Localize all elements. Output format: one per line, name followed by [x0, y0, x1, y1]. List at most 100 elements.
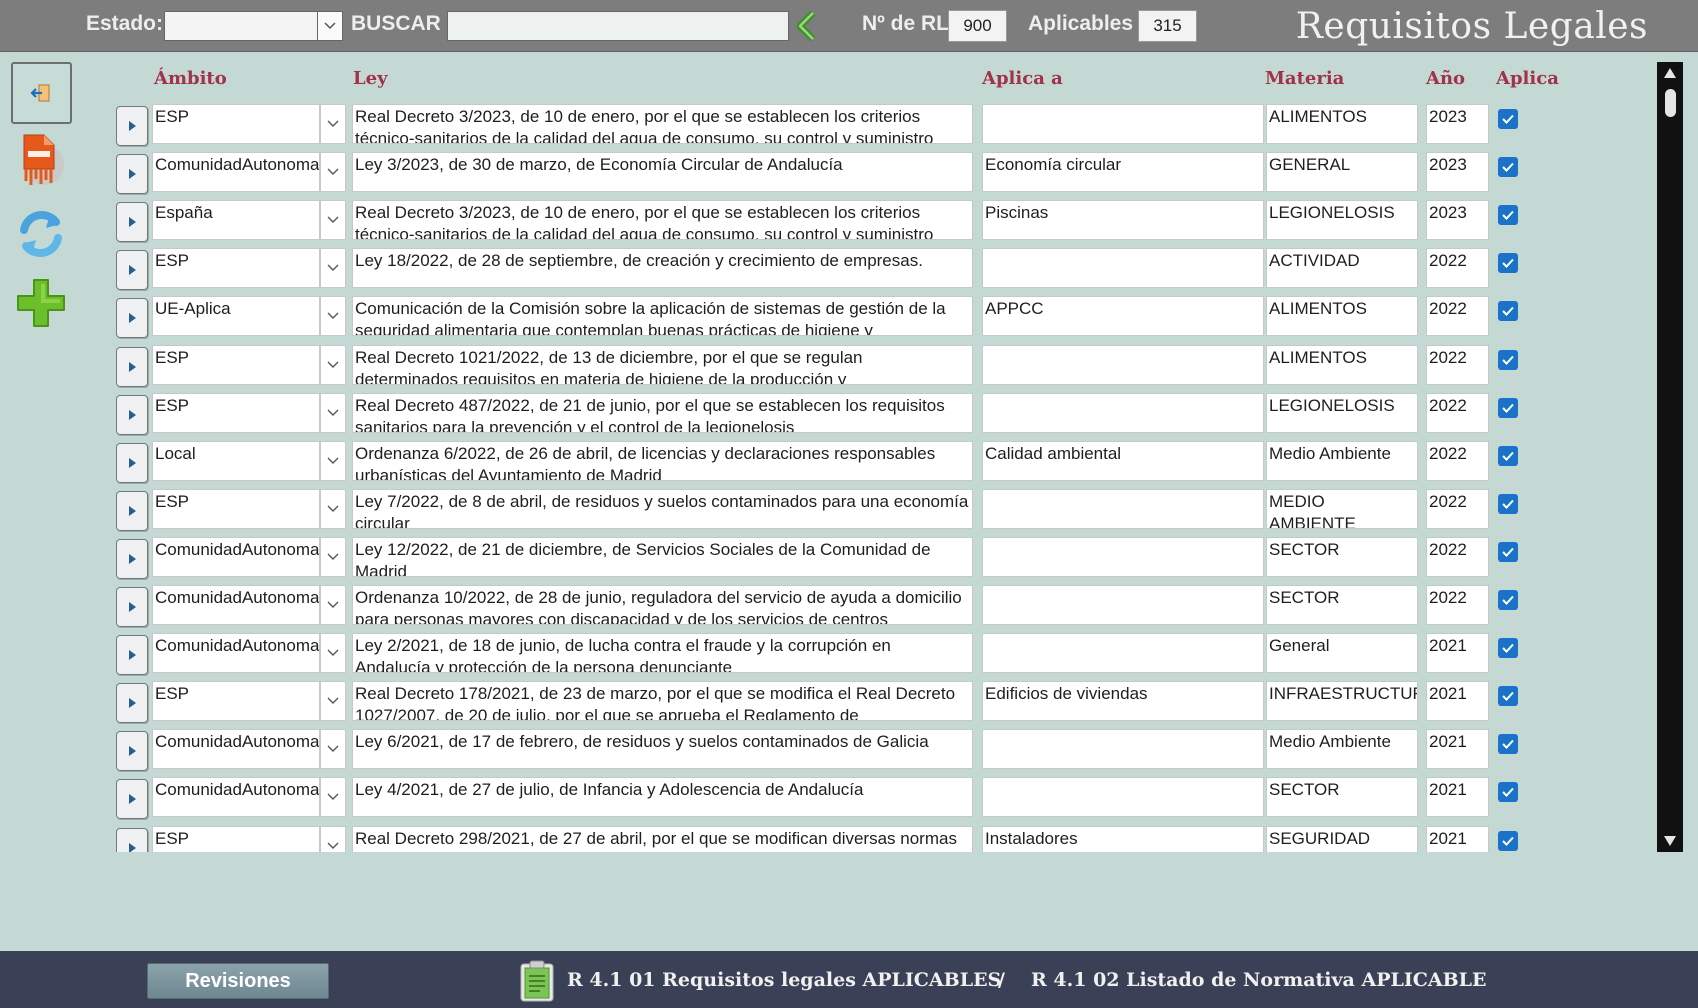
materia-field[interactable]: Medio Ambiente [1266, 441, 1418, 481]
aplica-checkbox[interactable] [1498, 590, 1518, 610]
aplica-checkbox[interactable] [1498, 446, 1518, 466]
ley-field[interactable]: Ley 6/2021, de 17 de febrero, de residuo… [352, 729, 973, 769]
ambito-field[interactable]: ComunidadAutonoma [152, 777, 320, 817]
vertical-scrollbar[interactable] [1657, 62, 1683, 852]
revisiones-button[interactable]: Revisiones [147, 963, 329, 999]
aplica-checkbox[interactable] [1498, 398, 1518, 418]
anio-field[interactable]: 2022 [1426, 441, 1489, 481]
scrollbar-thumb[interactable] [1665, 89, 1676, 117]
ambito-field[interactable]: ESP [152, 489, 320, 529]
ley-field[interactable]: Real Decreto 298/2021, de 27 de abril, p… [352, 826, 973, 852]
aplica-checkbox[interactable] [1498, 157, 1518, 177]
materia-field[interactable]: INFRAESTRUCTURAS [1266, 681, 1418, 721]
ambito-field[interactable]: ESP [152, 393, 320, 433]
ambito-field[interactable]: ComunidadAutonoma [152, 585, 320, 625]
ambito-dropdown-button[interactable] [320, 345, 346, 385]
aplica-a-field[interactable] [982, 248, 1264, 288]
aplica-a-field[interactable]: Economía circular [982, 152, 1264, 192]
anio-field[interactable]: 2022 [1426, 585, 1489, 625]
aplica-checkbox[interactable] [1498, 542, 1518, 562]
row-expand-button[interactable] [116, 779, 148, 819]
ley-field[interactable]: Real Decreto 1021/2022, de 13 de diciemb… [352, 345, 973, 385]
ley-field[interactable]: Ordenanza 6/2022, de 26 de abril, de lic… [352, 441, 973, 481]
aplica-checkbox[interactable] [1498, 494, 1518, 514]
ley-field[interactable]: Real Decreto 178/2021, de 23 de marzo, p… [352, 681, 973, 721]
row-expand-button[interactable] [116, 828, 148, 852]
ambito-field[interactable]: ComunidadAutonoma [152, 729, 320, 769]
aplica-a-field[interactable] [982, 393, 1264, 433]
row-expand-button[interactable] [116, 443, 148, 483]
scroll-up-icon[interactable] [1663, 67, 1677, 79]
row-expand-button[interactable] [116, 491, 148, 531]
aplica-a-field[interactable]: Piscinas [982, 200, 1264, 240]
row-expand-button[interactable] [116, 250, 148, 290]
anio-field[interactable]: 2022 [1426, 489, 1489, 529]
materia-field[interactable]: SECTOR [1266, 537, 1418, 577]
materia-field[interactable]: SECTOR [1266, 585, 1418, 625]
row-expand-button[interactable] [116, 731, 148, 771]
aplica-a-field[interactable] [982, 585, 1264, 625]
report-normativa-link[interactable]: R 4.1 02 Listado de Normativa APLICABLE [1031, 969, 1487, 991]
ambito-dropdown-button[interactable] [320, 489, 346, 529]
aplica-a-field[interactable]: Instaladores [982, 826, 1264, 852]
anio-field[interactable]: 2022 [1426, 393, 1489, 433]
anio-field[interactable]: 2023 [1426, 200, 1489, 240]
anio-field[interactable]: 2022 [1426, 296, 1489, 336]
aplica-a-field[interactable] [982, 537, 1264, 577]
materia-field[interactable]: GENERAL [1266, 152, 1418, 192]
materia-field[interactable]: MEDIO AMBIENTE [1266, 489, 1418, 529]
ambito-field[interactable]: ESP [152, 104, 320, 144]
ley-field[interactable]: Ley 4/2021, de 27 de julio, de Infancia … [352, 777, 973, 817]
row-expand-button[interactable] [116, 587, 148, 627]
ambito-dropdown-button[interactable] [320, 296, 346, 336]
ambito-dropdown-button[interactable] [320, 104, 346, 144]
report-aplicables-link[interactable]: R 4.1 01 Requisitos legales APLICABLES [567, 969, 1001, 991]
ambito-field[interactable]: ESP [152, 345, 320, 385]
ambito-dropdown-button[interactable] [320, 633, 346, 673]
ambito-dropdown-button[interactable] [320, 729, 346, 769]
aplica-checkbox[interactable] [1498, 301, 1518, 321]
anio-field[interactable]: 2022 [1426, 537, 1489, 577]
row-expand-button[interactable] [116, 635, 148, 675]
ambito-field[interactable]: ESP [152, 248, 320, 288]
aplica-a-field[interactable]: APPCC [982, 296, 1264, 336]
ambito-field[interactable]: España [152, 200, 320, 240]
aplica-a-field[interactable] [982, 729, 1264, 769]
materia-field[interactable]: ALIMENTOS [1266, 104, 1418, 144]
row-expand-button[interactable] [116, 347, 148, 387]
materia-field[interactable]: Medio Ambiente [1266, 729, 1418, 769]
row-expand-button[interactable] [116, 154, 148, 194]
anio-field[interactable]: 2021 [1426, 777, 1489, 817]
aplica-a-field[interactable] [982, 104, 1264, 144]
aplica-checkbox[interactable] [1498, 253, 1518, 273]
ambito-field[interactable]: ESP [152, 681, 320, 721]
ambito-dropdown-button[interactable] [320, 585, 346, 625]
aplica-checkbox[interactable] [1498, 109, 1518, 129]
anio-field[interactable]: 2021 [1426, 681, 1489, 721]
materia-field[interactable]: ACTIVIDAD [1266, 248, 1418, 288]
ley-field[interactable]: Comunicación de la Comisión sobre la apl… [352, 296, 973, 336]
ambito-dropdown-button[interactable] [320, 152, 346, 192]
materia-field[interactable]: SEGURIDAD [1266, 826, 1418, 852]
aplica-a-field[interactable] [982, 489, 1264, 529]
aplica-checkbox[interactable] [1498, 205, 1518, 225]
ambito-dropdown-button[interactable] [320, 248, 346, 288]
anio-field[interactable]: 2023 [1426, 104, 1489, 144]
materia-field[interactable]: LEGIONELOSIS [1266, 393, 1418, 433]
aplica-a-field[interactable]: Calidad ambiental [982, 441, 1264, 481]
ambito-field[interactable]: ComunidadAutonoma [152, 152, 320, 192]
ley-field[interactable]: Ley 2/2021, de 18 de junio, de lucha con… [352, 633, 973, 673]
row-expand-button[interactable] [116, 395, 148, 435]
row-expand-button[interactable] [116, 298, 148, 338]
ley-field[interactable]: Real Decreto 3/2023, de 10 de enero, por… [352, 104, 973, 144]
ambito-field[interactable]: ComunidadAutonoma [152, 633, 320, 673]
ambito-field[interactable]: UE-Aplica [152, 296, 320, 336]
ambito-dropdown-button[interactable] [320, 200, 346, 240]
aplica-a-field[interactable] [982, 345, 1264, 385]
scroll-down-icon[interactable] [1663, 835, 1677, 847]
materia-field[interactable]: General [1266, 633, 1418, 673]
anio-field[interactable]: 2022 [1426, 248, 1489, 288]
aplica-a-field[interactable]: Edificios de viviendas [982, 681, 1264, 721]
row-expand-button[interactable] [116, 202, 148, 242]
ambito-dropdown-button[interactable] [320, 777, 346, 817]
